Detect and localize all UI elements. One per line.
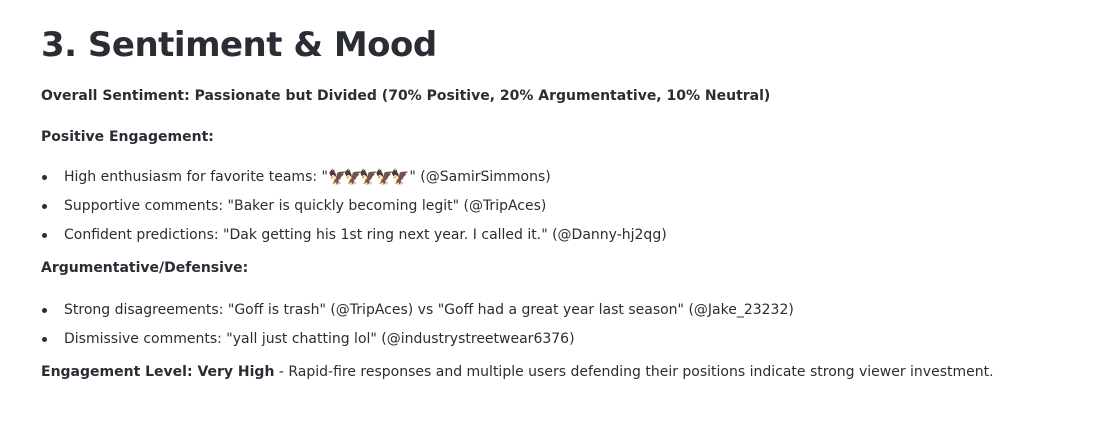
- list-item: Dismissive comments: "yall just chatting…: [41, 329, 1081, 358]
- bullet-icon: [42, 233, 47, 238]
- bullet-icon: [42, 337, 47, 342]
- section-heading: 3. Sentiment & Mood: [41, 25, 437, 65]
- bullet-icon: [42, 204, 47, 209]
- positive-engagement-heading: Positive Engagement:: [41, 129, 214, 145]
- list-item: Supportive comments: "Baker is quickly b…: [41, 196, 1081, 225]
- engagement-level-text: - Rapid-fire responses and multiple user…: [274, 364, 994, 380]
- positive-engagement-list: High enthusiasm for favorite teams: "🦅🦅🦅…: [41, 167, 1081, 254]
- engagement-level-label: Engagement Level: Very High: [41, 364, 275, 380]
- list-item-text: Supportive comments: "Baker is quickly b…: [64, 198, 547, 214]
- list-item: Strong disagreements: "Goff is trash" (@…: [41, 300, 1081, 329]
- list-item-text: Strong disagreements: "Goff is trash" (@…: [64, 302, 794, 318]
- document-body: 3. Sentiment & Mood Overall Sentiment: P…: [41, 22, 1081, 382]
- engagement-level: Engagement Level: Very High - Rapid-fire…: [41, 362, 1081, 382]
- bullet-icon: [42, 175, 47, 180]
- list-item-text-before: High enthusiasm for favorite teams: ": [64, 169, 328, 185]
- argumentative-list: Strong disagreements: "Goff is trash" (@…: [41, 300, 1081, 358]
- bullet-icon: [42, 308, 47, 313]
- list-item: Confident predictions: "Dak getting his …: [41, 225, 1081, 254]
- list-item-text-after: " (@SamirSimmons): [409, 169, 551, 185]
- list-item: High enthusiasm for favorite teams: "🦅🦅🦅…: [41, 167, 1081, 196]
- overall-sentiment: Overall Sentiment: Passionate but Divide…: [41, 88, 771, 104]
- eagle-emoji-icon: 🦅🦅🦅🦅🦅: [327, 168, 409, 186]
- list-item-text: Dismissive comments: "yall just chatting…: [64, 331, 575, 347]
- list-item-text: Confident predictions: "Dak getting his …: [64, 227, 667, 243]
- argumentative-heading: Argumentative/Defensive:: [41, 260, 249, 276]
